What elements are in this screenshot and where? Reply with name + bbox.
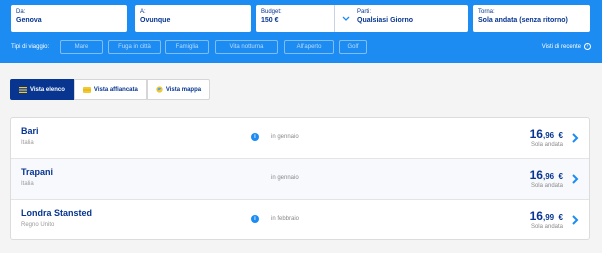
trip-type-chip[interactable]: All'aperto xyxy=(284,40,334,54)
depart-label: Parti: xyxy=(357,9,372,15)
depart-value: Qualsiasi Giorno xyxy=(357,17,414,24)
info-icon[interactable]: i xyxy=(251,215,259,223)
price-currency: € xyxy=(558,172,563,181)
price-decimal: ,96 xyxy=(542,131,555,140)
destination-name: Trapani xyxy=(21,167,54,177)
origin-value: Genova xyxy=(16,17,42,24)
destination-field[interactable]: A: Ovunque xyxy=(135,5,251,32)
price: 16,96 € xyxy=(530,166,563,184)
info-icon[interactable]: i xyxy=(251,133,259,141)
list-item[interactable]: Bari Italia i in gennaio 16,96 € Sola an… xyxy=(11,118,589,159)
depart-date-field[interactable]: Parti: Qualsiasi Giorno xyxy=(352,5,468,32)
origin-field[interactable]: Da: Genova xyxy=(11,5,127,32)
fare-type: Sola andata xyxy=(530,183,563,189)
search-bar: Da: Genova A: Ovunque Budget: 150 € Part… xyxy=(0,0,602,63)
origin-label: Da: xyxy=(16,9,26,15)
return-label: Torna: xyxy=(478,9,495,15)
tab-label: Vista mappa xyxy=(165,86,202,93)
trip-type-chip[interactable]: Vita notturna xyxy=(215,40,278,54)
chevron-right-icon[interactable] xyxy=(569,173,581,185)
price: 16,99 € xyxy=(530,207,563,225)
budget-select[interactable]: Budget: 150 € xyxy=(256,5,356,32)
price-currency: € xyxy=(558,213,563,222)
trip-type-chip[interactable]: Mare xyxy=(60,40,103,54)
tab-map-view[interactable]: Vista mappa xyxy=(146,79,211,100)
price-currency: € xyxy=(558,131,563,140)
recently-viewed-label: Visti di recente xyxy=(541,43,581,50)
travel-month: in gennaio xyxy=(271,134,299,140)
return-date-field[interactable]: Torna: Sola andata (senza ritorno) xyxy=(473,5,590,32)
destination-name: Bari xyxy=(21,126,39,136)
clock-icon: › xyxy=(584,43,591,50)
results-list: Bari Italia i in gennaio 16,96 € Sola an… xyxy=(10,117,590,240)
view-tabs: Vista elenco Vista affiancata Vista mapp… xyxy=(10,79,211,100)
chevron-right-icon[interactable] xyxy=(569,214,581,226)
price-integer: 16 xyxy=(529,127,543,141)
trip-type-chip[interactable]: Famiglia xyxy=(165,40,209,54)
destination-country: Italia xyxy=(21,140,34,146)
recently-viewed-link[interactable]: Visti di recente › xyxy=(542,43,591,50)
fare-type: Sola andata xyxy=(530,142,563,148)
globe-icon xyxy=(156,86,163,93)
trip-type-chip[interactable]: Fuga in città xyxy=(108,40,161,54)
price-integer: 16 xyxy=(529,168,543,182)
list-item[interactable]: Londra Stansted Regno Unito i in febbrai… xyxy=(11,200,589,239)
destination-value: Ovunque xyxy=(140,17,171,24)
chevron-right-icon[interactable] xyxy=(569,132,581,144)
price: 16,96 € xyxy=(530,125,563,143)
trip-types-label: Tipi di viaggio: xyxy=(11,44,50,50)
destination-name: Londra Stansted xyxy=(21,208,93,218)
travel-month: in gennaio xyxy=(271,175,299,181)
tab-list-view[interactable]: Vista elenco xyxy=(10,79,74,100)
destination-label: A: xyxy=(140,9,146,15)
list-item[interactable]: Trapani Italia in gennaio 16,96 € Sola a… xyxy=(11,159,589,200)
tiles-icon xyxy=(82,86,91,93)
price-integer: 16 xyxy=(529,209,543,223)
return-value: Sola andata (senza ritorno) xyxy=(478,17,568,24)
tab-tile-view[interactable]: Vista affiancata xyxy=(73,79,147,100)
list-icon xyxy=(19,86,27,93)
trip-type-chip[interactable]: Golf xyxy=(339,40,367,54)
destination-country: Italia xyxy=(21,181,34,187)
fare-type: Sola andata xyxy=(530,224,563,230)
price-decimal: ,96 xyxy=(542,172,555,181)
travel-month: in febbraio xyxy=(271,216,300,222)
price-decimal: ,99 xyxy=(542,213,555,222)
tab-label: Vista elenco xyxy=(30,86,65,93)
destination-country: Regno Unito xyxy=(21,222,55,228)
tab-label: Vista affiancata xyxy=(93,86,138,93)
